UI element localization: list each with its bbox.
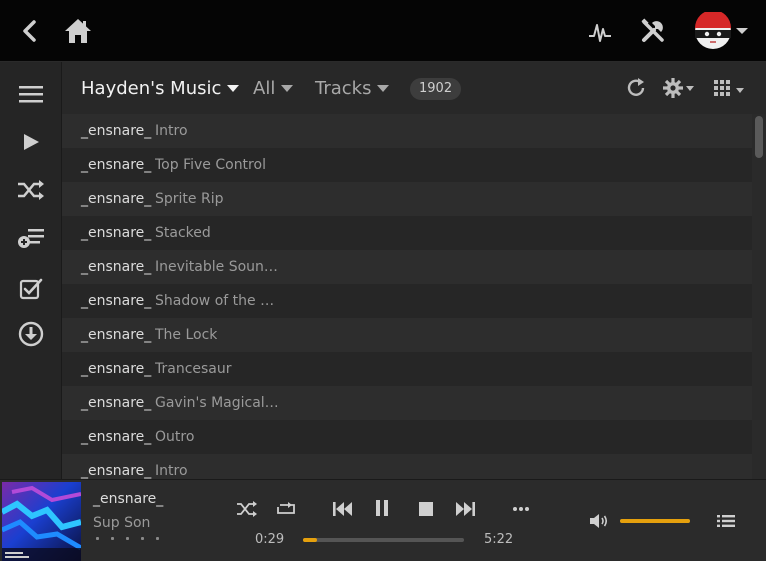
now-playing-artist[interactable]: _ensnare_: [93, 491, 163, 507]
track-artist: _ensnare_: [81, 123, 152, 139]
track-artist: _ensnare_: [81, 361, 152, 377]
library-label: Hayden's Music: [81, 77, 222, 99]
track-title: Inevitable Sound ...: [155, 259, 280, 275]
track-row[interactable]: _ensnare_ The Lock: [62, 318, 752, 352]
app-window: Hayden's Music All Tracks 1902 _ensnare_…: [0, 0, 766, 561]
track-title: Intro: [155, 463, 188, 479]
stop-icon[interactable]: [414, 497, 438, 521]
playlist-add-icon[interactable]: [14, 221, 48, 255]
volume-icon[interactable]: [587, 509, 611, 533]
track-artist: _ensnare_: [81, 225, 152, 241]
library-header: Hayden's Music All Tracks 1902: [62, 62, 766, 114]
track-artist: _ensnare_: [81, 157, 152, 173]
rating-star-icon[interactable]: [111, 537, 114, 540]
top-bar: [0, 0, 766, 62]
gear-icon[interactable]: [662, 74, 698, 102]
rating-star-icon[interactable]: [141, 537, 144, 540]
player-bar: _ensnare_ Sup Son 0:29 5:22: [0, 479, 766, 561]
track-artist: _ensnare_: [81, 327, 152, 343]
sidebar-rail: [0, 62, 62, 479]
scrollbar[interactable]: [752, 114, 766, 479]
volume-slider[interactable]: [620, 519, 690, 523]
track-row[interactable]: _ensnare_ Stacked: [62, 216, 752, 250]
elapsed-time: 0:29: [255, 532, 285, 547]
chevron-down-icon: [377, 84, 390, 92]
track-title: Intro: [155, 123, 188, 139]
chevron-down-icon: [227, 84, 240, 92]
grid-view-icon[interactable]: [712, 74, 748, 102]
track-title: Shadow of the Be...: [155, 293, 280, 309]
track-row[interactable]: _ensnare_ Intro: [62, 114, 752, 148]
rating-star-icon[interactable]: [156, 537, 159, 540]
back-icon[interactable]: [13, 14, 47, 48]
track-row[interactable]: _ensnare_ Shadow of the Be...: [62, 284, 752, 318]
pause-icon[interactable]: [370, 496, 394, 520]
album-art[interactable]: [2, 482, 81, 561]
filter-selector[interactable]: All: [253, 76, 294, 100]
rating-star-icon[interactable]: [96, 537, 99, 540]
download-icon[interactable]: [14, 317, 48, 351]
more-icon[interactable]: [509, 497, 533, 521]
filter-label: All: [253, 77, 276, 99]
track-title: Outro: [155, 429, 195, 445]
user-avatar[interactable]: [694, 10, 756, 50]
track-artist: _ensnare_: [81, 463, 152, 479]
shuffle-icon[interactable]: [235, 497, 259, 521]
rating-stars[interactable]: [96, 537, 159, 540]
track-artist: _ensnare_: [81, 191, 152, 207]
seek-bar[interactable]: [303, 538, 464, 542]
rating-star-icon[interactable]: [126, 537, 129, 540]
track-artist: _ensnare_: [81, 429, 152, 445]
track-row[interactable]: _ensnare_ Trancesaur: [62, 352, 752, 386]
track-title: Sprite Rip: [155, 191, 224, 207]
track-title: The Lock: [155, 327, 218, 343]
settings-tools-icon[interactable]: [636, 14, 670, 48]
play-queue-icon[interactable]: [714, 509, 738, 533]
track-artist: _ensnare_: [81, 293, 152, 309]
track-row[interactable]: _ensnare_ Gavin's Magical R...: [62, 386, 752, 420]
duration-time: 5:22: [484, 532, 514, 547]
previous-icon[interactable]: [331, 497, 355, 521]
track-artist: _ensnare_: [81, 259, 152, 275]
select-check-icon[interactable]: [14, 272, 48, 306]
home-icon[interactable]: [61, 14, 95, 48]
track-title: Gavin's Magical R...: [155, 395, 280, 411]
shuffle-icon[interactable]: [14, 173, 48, 207]
track-row[interactable]: _ensnare_ Top Five Control: [62, 148, 752, 182]
track-row[interactable]: _ensnare_ Outro: [62, 420, 752, 454]
chevron-down-icon: [281, 84, 294, 92]
type-selector[interactable]: Tracks: [315, 76, 390, 100]
seek-bar-fill: [303, 538, 318, 542]
play-icon[interactable]: [14, 125, 48, 159]
menu-icon[interactable]: [14, 77, 48, 111]
next-icon[interactable]: [453, 497, 477, 521]
track-row[interactable]: _ensnare_ Inevitable Sound ...: [62, 250, 752, 284]
library-selector[interactable]: Hayden's Music: [81, 76, 240, 100]
track-count-badge: 1902: [410, 78, 462, 100]
volume-slider-fill: [620, 519, 690, 523]
refresh-icon[interactable]: [622, 74, 650, 102]
track-artist: _ensnare_: [81, 395, 152, 411]
repeat-icon[interactable]: [274, 497, 298, 521]
scrollbar-thumb[interactable]: [755, 116, 763, 158]
track-title: Top Five Control: [155, 157, 266, 173]
track-list: _ensnare_ Intro _ensnare_ Top Five Control _…: [62, 114, 752, 479]
track-row[interactable]: _ensnare_ Intro: [62, 454, 752, 479]
activity-icon[interactable]: [583, 14, 617, 48]
now-playing-title[interactable]: Sup Son: [93, 515, 150, 531]
track-title: Stacked: [155, 225, 211, 241]
type-label: Tracks: [315, 77, 372, 99]
track-title: Trancesaur: [155, 361, 232, 377]
track-row[interactable]: _ensnare_ Sprite Rip: [62, 182, 752, 216]
